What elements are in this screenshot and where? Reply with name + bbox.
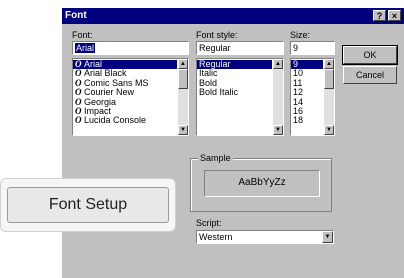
ok-button[interactable]: OK (342, 45, 398, 65)
scroll-thumb[interactable] (178, 69, 188, 89)
font-style-list[interactable]: Regular Italic Bold Bold Italic ▲ ▼ (196, 58, 284, 136)
font-dialog: Font ? × Font: Arial O Arial O Arial Black O… (62, 8, 404, 278)
list-item[interactable]: 18 (291, 116, 323, 125)
font-label: Font: (72, 30, 93, 40)
font-input[interactable]: Arial (72, 41, 189, 55)
list-item-label: Lucida Console (84, 115, 147, 126)
font-input-value: Arial (75, 43, 96, 53)
font-setup-button[interactable]: Font Setup (7, 187, 169, 223)
size-list[interactable]: 9 10 11 12 14 16 18 ▲ ▼ (290, 58, 335, 136)
script-select[interactable]: Western ▼ (196, 230, 334, 244)
list-item[interactable]: O Lucida Console (73, 115, 177, 126)
script-label: Script: (196, 218, 222, 228)
sample-label: Sample (198, 153, 233, 163)
scroll-down-icon[interactable]: ▼ (273, 125, 283, 135)
window-title: Font (65, 10, 87, 21)
size-input[interactable]: 9 (290, 41, 335, 55)
scroll-down-icon[interactable]: ▼ (178, 125, 188, 135)
cancel-button[interactable]: Cancel (343, 66, 397, 84)
scroll-up-icon[interactable]: ▲ (273, 59, 283, 69)
font-setup-overlay: Font Setup (0, 178, 176, 232)
script-value: Western (199, 232, 233, 242)
title-bar: Font ? × (62, 8, 404, 24)
chevron-down-icon[interactable]: ▼ (322, 231, 333, 243)
close-button[interactable]: × (388, 10, 401, 21)
scroll-thumb[interactable] (324, 69, 334, 89)
sample-preview: AaBbYyZz (204, 170, 320, 197)
list-item[interactable]: Bold Italic (197, 87, 272, 98)
scroll-up-icon[interactable]: ▲ (178, 59, 188, 69)
font-style-list-scrollbar[interactable]: ▲ ▼ (273, 59, 283, 135)
scroll-up-icon[interactable]: ▲ (324, 59, 334, 69)
font-style-input[interactable]: Regular (196, 41, 284, 55)
font-list[interactable]: O Arial O Arial Black O Comic Sans MS O Courier… (72, 58, 189, 136)
font-style-label: Font style: (196, 30, 238, 40)
scroll-down-icon[interactable]: ▼ (324, 125, 334, 135)
list-item-label: Bold Italic (199, 87, 239, 98)
size-list-scrollbar[interactable]: ▲ ▼ (324, 59, 334, 135)
opentype-font-icon: O (75, 115, 82, 126)
font-list-scrollbar[interactable]: ▲ ▼ (178, 59, 188, 135)
size-label: Size: (290, 30, 311, 40)
help-button[interactable]: ? (373, 10, 386, 21)
list-item-label: 18 (293, 115, 304, 126)
